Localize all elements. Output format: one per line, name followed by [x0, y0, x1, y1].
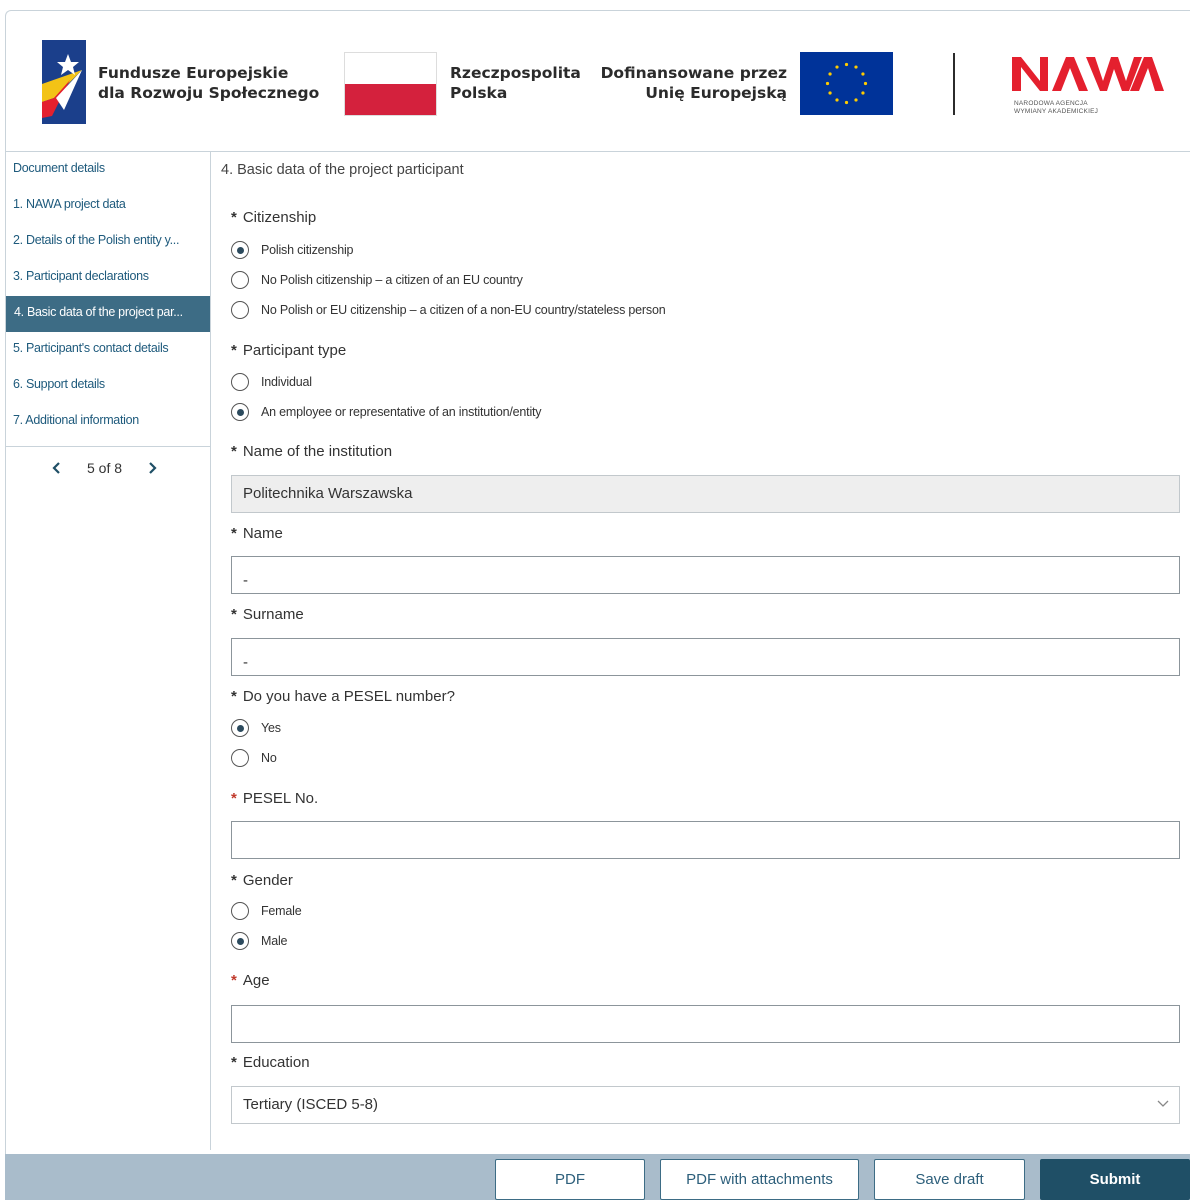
chevron-down-icon [1157, 1100, 1169, 1107]
age-field[interactable] [231, 1005, 1180, 1043]
name-label: * Name [231, 525, 283, 542]
institution-label: * Name of the institution [231, 443, 393, 460]
pdf-with-attachments-button[interactable]: PDF with attachments [660, 1159, 859, 1200]
radio-pesel-yes[interactable]: Yes [231, 719, 281, 737]
radio-individual[interactable]: Individual [231, 373, 312, 391]
required-star: * [231, 209, 237, 226]
eu-cofunding-text: Dofinansowane przez Unię Europejską [595, 63, 787, 103]
required-star: * [231, 1054, 237, 1071]
required-star: * [231, 972, 237, 989]
sidebar-item-participant-declarations[interactable]: 3. Participant declarations [5, 260, 210, 296]
education-select[interactable]: Tertiary (ISCED 5-8) [231, 1086, 1180, 1124]
rp-logo-text: Rzeczpospolita Polska [450, 63, 581, 103]
sidebar-item-document-details[interactable]: Document details [5, 152, 210, 188]
age-label: * Age [231, 972, 270, 989]
fe-line-1: Fundusze Europejskie [98, 64, 289, 82]
required-star: * [231, 688, 237, 705]
sidebar-item-nawa-project-data[interactable]: 1. NAWA project data [5, 188, 210, 224]
pager-count: 5 of 8 [87, 460, 123, 476]
radio-employee[interactable]: An employee or representative of an inst… [231, 403, 542, 421]
citizenship-label: * Citizenship [231, 209, 317, 226]
radio-unchecked-icon [231, 373, 249, 391]
header-logos: Fundusze Europejskie dla Rozwoju Społecz… [5, 11, 1190, 152]
radio-checked-icon [231, 932, 249, 950]
required-star: * [231, 443, 237, 460]
radio-unchecked-icon [231, 749, 249, 767]
fe-logo-text: Fundusze Europejskie dla Rozwoju Społecz… [98, 63, 319, 103]
sidebar-item-support-details[interactable]: 6. Support details [5, 368, 210, 404]
sidebar-item-polish-entity[interactable]: 2. Details of the Polish entity y... [5, 224, 210, 260]
radio-pesel-no[interactable]: No [231, 749, 277, 767]
radio-female[interactable]: Female [231, 902, 302, 920]
sidebar-item-additional-info[interactable]: 7. Additional information [5, 404, 210, 440]
submit-button[interactable]: Submit [1040, 1159, 1190, 1200]
sidebar-item-contact-details[interactable]: 5. Participant's contact details [5, 332, 210, 368]
gender-label: * Gender [231, 872, 293, 889]
institution-field: Politechnika Warszawska [231, 475, 1180, 513]
pager: 5 of 8 [49, 460, 160, 476]
rp-line-2: Polska [450, 84, 508, 102]
pdf-button[interactable]: PDF [495, 1159, 645, 1200]
section-title: 4. Basic data of the project participant [221, 162, 464, 178]
fe-line-2: dla Rozwoju Społecznego [98, 84, 320, 102]
radio-non-eu-citizen[interactable]: No Polish or EU citizenship – a citizen … [231, 301, 666, 319]
required-star: * [231, 606, 237, 623]
chevron-right-icon[interactable] [144, 460, 160, 476]
rp-line-1: Rzeczpospolita [450, 64, 581, 82]
required-star: * [231, 342, 237, 359]
radio-male[interactable]: Male [231, 932, 287, 950]
radio-unchecked-icon [231, 902, 249, 920]
education-selected-value: Tertiary (ISCED 5-8) [243, 1096, 379, 1113]
participant-type-label: * Participant type [231, 342, 347, 359]
surname-field[interactable]: - [231, 638, 1180, 676]
pesel-no-field[interactable] [231, 821, 1180, 859]
eu-line-1: Dofinansowane przez [600, 64, 787, 82]
radio-unchecked-icon [231, 301, 249, 319]
radio-checked-icon [231, 241, 249, 259]
required-star: * [231, 790, 237, 807]
nawa-sub-line-1: NARODOWA AGENCJA [1014, 100, 1088, 107]
logo-divider [953, 53, 955, 115]
sidebar-item-basic-data[interactable]: 4. Basic data of the project par... [6, 296, 210, 332]
pesel-no-label: * PESEL No. [231, 790, 319, 807]
polish-flag-icon [344, 52, 437, 116]
form-main: 4. Basic data of the project participant… [211, 152, 1190, 1150]
required-star: * [231, 872, 237, 889]
radio-checked-icon [231, 403, 249, 421]
chevron-left-icon[interactable] [49, 460, 65, 476]
radio-unchecked-icon [231, 271, 249, 289]
surname-label: * Surname [231, 606, 304, 623]
eu-line-2: Unię Europejską [645, 84, 787, 102]
radio-eu-citizen[interactable]: No Polish citizenship – a citizen of an … [231, 271, 523, 289]
sidebar-separator [5, 446, 210, 447]
save-draft-button[interactable]: Save draft [874, 1159, 1025, 1200]
sidebar-nav: Document details 1. NAWA project data 2.… [5, 152, 211, 1150]
nawa-subtitle: NARODOWA AGENCJA WYMIANY AKADEMICKIEJ [1014, 100, 1098, 116]
name-field[interactable]: - [231, 556, 1180, 594]
nawa-logo-icon [1012, 57, 1164, 91]
pesel-question-label: * Do you have a PESEL number? [231, 688, 455, 705]
nawa-sub-line-2: WYMIANY AKADEMICKIEJ [1014, 108, 1099, 115]
radio-polish-citizenship[interactable]: Polish citizenship [231, 241, 353, 259]
radio-checked-icon [231, 719, 249, 737]
education-label: * Education [231, 1054, 310, 1071]
fundusze-europejskie-logo-icon [42, 40, 86, 124]
eu-flag-icon [800, 52, 893, 115]
required-star: * [231, 525, 237, 542]
